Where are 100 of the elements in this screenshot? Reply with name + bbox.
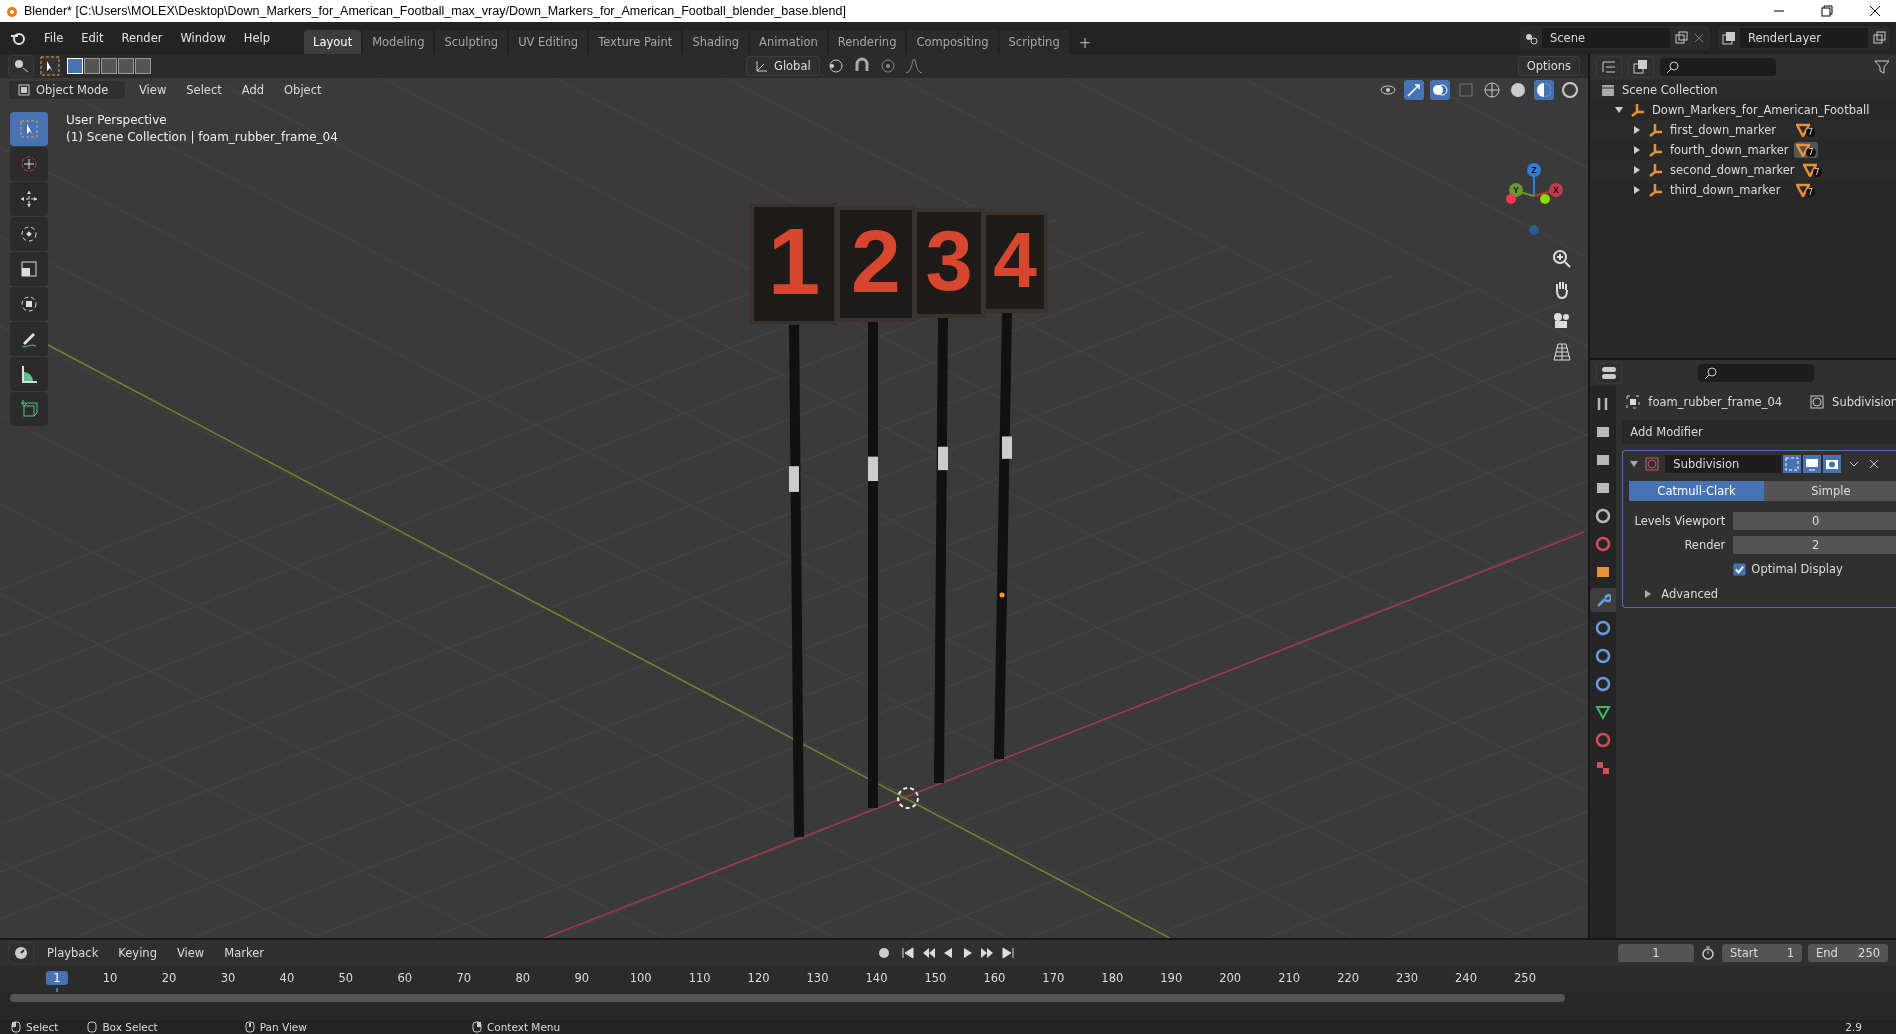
start-frame-field[interactable]: Start 1 xyxy=(1722,944,1802,962)
mesh-data-button[interactable]: 7 xyxy=(1794,122,1818,138)
workspace-tab[interactable]: Shading xyxy=(683,30,749,54)
workspace-tab[interactable]: Compositing xyxy=(907,30,998,54)
falloff-curve-icon[interactable] xyxy=(903,56,924,76)
header-menu[interactable]: Add xyxy=(234,81,272,99)
outliner-item[interactable]: third_down_marker xyxy=(1670,183,1788,197)
header-menu[interactable]: Object xyxy=(277,81,329,99)
tool-cursor-button[interactable] xyxy=(10,147,48,181)
material-shading-icon[interactable] xyxy=(1534,80,1554,100)
mesh-data-button[interactable]: 7 xyxy=(1794,182,1818,198)
checkbox-label[interactable]: Optimal Display xyxy=(1751,562,1843,576)
header-menu[interactable]: View xyxy=(132,81,174,99)
display-mode-dropdown[interactable] xyxy=(1596,56,1622,78)
camera-icon[interactable] xyxy=(1823,455,1842,473)
menu-item[interactable]: Window xyxy=(172,27,234,49)
editor-type-button[interactable] xyxy=(8,942,34,964)
solid-shading-icon[interactable] xyxy=(1508,80,1528,100)
mode-dropdown[interactable]: Object Mode xyxy=(8,80,126,100)
timeline-menu[interactable]: Marker xyxy=(217,944,271,962)
orientation-dropdown[interactable]: Global xyxy=(745,56,820,76)
overlay-toggle-icon[interactable] xyxy=(1430,80,1450,100)
copy-icon[interactable] xyxy=(1674,31,1688,45)
selection-mode-button[interactable] xyxy=(135,58,151,74)
outliner-item[interactable]: fourth_down_marker xyxy=(1670,143,1789,157)
menu-item[interactable]: File xyxy=(36,27,72,49)
disclosure-triangle-icon[interactable] xyxy=(1632,165,1642,175)
copy-icon[interactable] xyxy=(1872,31,1886,45)
number-field[interactable]: 0 xyxy=(1733,512,1896,530)
empty-object-icon xyxy=(1648,182,1664,198)
workspace-tab[interactable]: Animation xyxy=(750,30,827,54)
gizmo-toggle-icon[interactable] xyxy=(1404,80,1424,100)
scene-selector[interactable]: Scene xyxy=(1520,26,1710,50)
menu-item[interactable]: Help xyxy=(235,27,279,49)
tool-scale-button[interactable] xyxy=(10,252,48,286)
disclosure-triangle-icon[interactable] xyxy=(1632,125,1642,135)
jump-to-end-icon[interactable] xyxy=(999,945,1016,961)
menu-item[interactable]: Edit xyxy=(73,27,112,49)
scrollbar[interactable] xyxy=(10,994,1565,1002)
current-frame-field[interactable]: 1 xyxy=(1618,944,1694,962)
subpanel-header[interactable]: Advanced xyxy=(1661,587,1719,601)
blender-logo-icon[interactable] xyxy=(10,30,26,46)
workspace-tab[interactable]: Rendering xyxy=(828,30,906,54)
jump-to-start-icon[interactable] xyxy=(899,945,916,961)
select-tool-icon[interactable] xyxy=(40,56,60,76)
end-frame-field[interactable]: End 250 xyxy=(1808,944,1888,962)
navigation-gizmo-drawing[interactable]: Z Y X xyxy=(1494,162,1574,242)
number-field[interactable]: 2 xyxy=(1733,536,1896,554)
disclosure-triangle-icon[interactable] xyxy=(1614,105,1624,115)
disclosure-triangle-icon[interactable] xyxy=(1629,459,1640,469)
workspace-tab[interactable]: Modeling xyxy=(363,30,434,54)
grid-icon[interactable] xyxy=(1550,340,1574,364)
menu-item[interactable]: Render xyxy=(113,27,171,49)
stopwatch-icon[interactable] xyxy=(1700,945,1716,961)
properties-modifier-tab[interactable] xyxy=(1590,588,1617,612)
timeline-menu[interactable]: View xyxy=(169,944,212,962)
header-menu[interactable]: Select xyxy=(179,81,229,99)
close-icon[interactable] xyxy=(1869,5,1881,17)
search-field[interactable] xyxy=(1698,364,1814,382)
editor-type-button[interactable] xyxy=(8,55,34,77)
tool-rotate-button[interactable] xyxy=(10,217,48,251)
selection-mode-button[interactable] xyxy=(118,58,134,74)
tool-move-button[interactable] xyxy=(10,182,48,216)
frame-number: 150 xyxy=(923,971,948,985)
selection-mode-button[interactable] xyxy=(84,58,100,74)
restore-icon[interactable] xyxy=(1821,5,1833,17)
workspace-tab[interactable]: Scripting xyxy=(999,30,1069,54)
selection-mode-button[interactable] xyxy=(101,58,117,74)
rendered-shading-icon[interactable] xyxy=(1560,80,1580,100)
checkbox[interactable] xyxy=(1733,562,1747,576)
outliner-item[interactable]: Down_Markers_for_American_Football xyxy=(1652,103,1870,117)
outliner-item[interactable]: Scene Collection xyxy=(1622,83,1718,97)
workspace-tab[interactable]: Sculpting xyxy=(435,30,508,54)
tool-transform-button[interactable] xyxy=(10,287,48,321)
options-dropdown[interactable]: Options xyxy=(1517,56,1580,76)
outliner-item[interactable]: first_down_marker xyxy=(1670,123,1788,137)
mesh-data-button[interactable]: 7 xyxy=(1794,142,1818,158)
tool-measure-button[interactable] xyxy=(10,357,48,391)
workspace-tab[interactable]: Layout xyxy=(304,30,362,54)
search-field[interactable] xyxy=(1660,58,1776,76)
disclosure-triangle-icon[interactable] xyxy=(1632,185,1642,195)
wireframe-shading-icon[interactable] xyxy=(1482,80,1502,100)
editor-type-button[interactable] xyxy=(1596,362,1622,384)
add-modifier-button[interactable]: Add Modifier xyxy=(1622,420,1896,444)
outliner-item[interactable]: second_down_marker xyxy=(1670,163,1795,177)
subdivision-method-option[interactable]: Simple xyxy=(1763,481,1896,501)
view-layer-filter-dropdown[interactable] xyxy=(1628,56,1654,78)
add-workspace-button[interactable]: + xyxy=(1070,32,1100,54)
edit-mode-toggle-icon[interactable] xyxy=(1783,455,1802,473)
disclosure-triangle-icon[interactable] xyxy=(1632,145,1642,155)
tool-annotate-button[interactable] xyxy=(10,322,48,356)
filter-icon[interactable] xyxy=(1872,57,1892,77)
mesh-data-button[interactable]: 7 xyxy=(1800,162,1824,178)
modifier-name-field[interactable]: Subdivision xyxy=(1665,455,1782,473)
monitor-icon[interactable] xyxy=(1803,455,1822,473)
field-label: Render xyxy=(1683,538,1726,552)
workspace-tab[interactable]: UV Editing xyxy=(509,30,588,54)
view-layer-selector[interactable]: RenderLayer xyxy=(1718,26,1890,50)
subdivision-method-option[interactable]: Catmull-Clark xyxy=(1629,481,1764,501)
workspace-tab[interactable]: Texture Paint xyxy=(589,30,682,54)
